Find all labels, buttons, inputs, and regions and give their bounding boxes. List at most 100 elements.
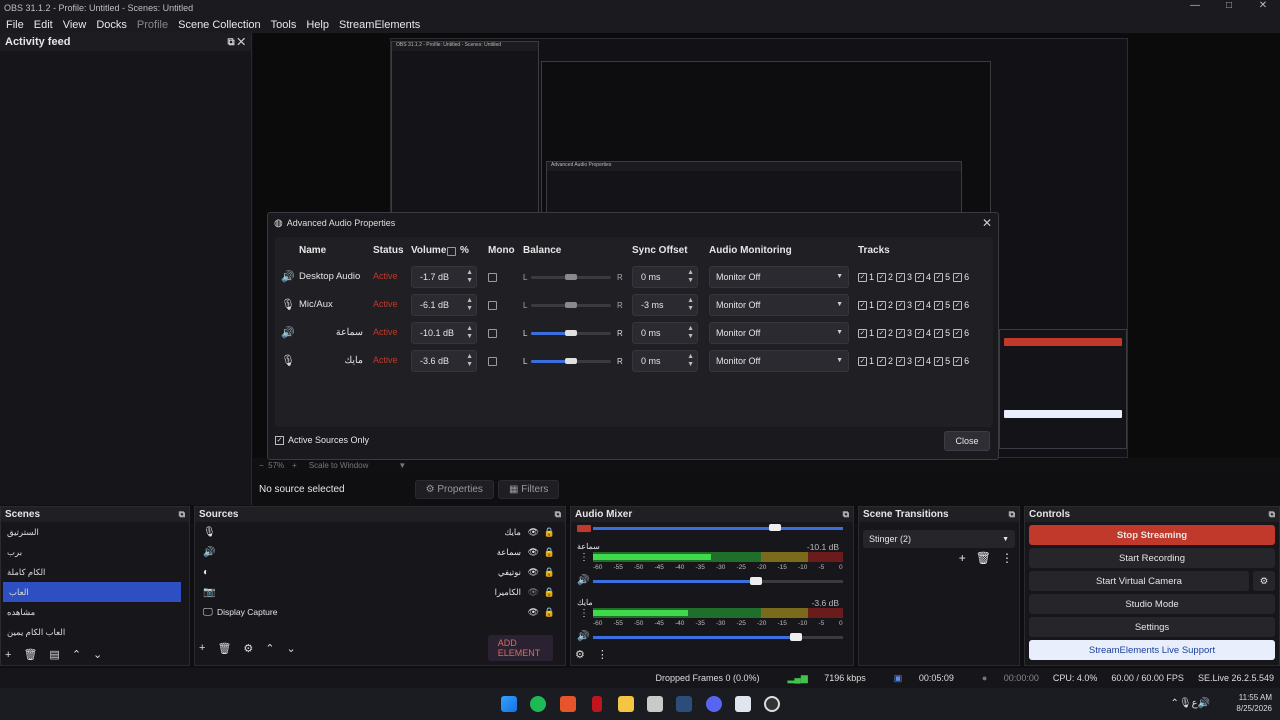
scene-item[interactable]: العاب الكام يمين bbox=[1, 622, 189, 642]
undock-icon[interactable]: ⧉ bbox=[1009, 509, 1015, 520]
volume-spinbox[interactable]: -3.6 dB ▲ ▼ bbox=[411, 350, 477, 372]
track-checkbox[interactable]: ✓ 3 bbox=[896, 328, 912, 338]
down-arrow-icon[interactable]: ⌄ bbox=[287, 642, 296, 655]
track-checkbox[interactable]: ✓ 4 bbox=[915, 356, 931, 366]
more-options-icon[interactable]: ⋮ bbox=[579, 552, 589, 563]
start-recording-button[interactable]: Start Recording bbox=[1029, 548, 1275, 568]
spin-arrows-icon[interactable]: ▲ ▼ bbox=[466, 269, 473, 285]
volume-spinbox[interactable]: -1.7 dB ▲ ▼ bbox=[411, 266, 477, 288]
scale-dropdown-icon[interactable]: ▼ bbox=[398, 461, 406, 470]
balance-knob[interactable] bbox=[565, 302, 577, 308]
menu-docks[interactable]: Docks bbox=[96, 19, 127, 31]
properties-button[interactable]: ⚙ Properties bbox=[414, 479, 494, 499]
lock-icon[interactable]: 🔒 bbox=[544, 607, 555, 618]
brave-icon[interactable] bbox=[560, 696, 576, 712]
sync-offset-spinbox[interactable]: -3 ms ▲ ▼ bbox=[632, 294, 698, 316]
menu-profile[interactable]: Profile bbox=[137, 19, 168, 31]
volume-spinbox[interactable]: -6.1 dB ▲ ▼ bbox=[411, 294, 477, 316]
volume-percent-checkbox[interactable] bbox=[447, 247, 456, 256]
tray-icons[interactable]: ⌃🎙ع🔊 bbox=[1171, 698, 1211, 709]
track-checkbox[interactable]: ✓ 2 bbox=[877, 328, 893, 338]
dialog-close-icon[interactable]: ✕ bbox=[982, 216, 992, 230]
undock-icon[interactable]: ⧉ bbox=[1269, 509, 1275, 520]
filter-icon[interactable]: ▤ bbox=[49, 648, 59, 661]
menu-help[interactable]: Help bbox=[306, 19, 329, 31]
trash-icon[interactable]: 🗑 bbox=[23, 648, 37, 661]
volume-spinbox[interactable]: -10.1 dB ▲ ▼ bbox=[411, 322, 477, 344]
track-checkbox[interactable]: ✓ 1 bbox=[858, 300, 874, 310]
eye-icon[interactable]: 👁 bbox=[528, 607, 539, 618]
spin-arrows-icon[interactable]: ▲ ▼ bbox=[466, 297, 473, 313]
trash-icon[interactable]: 🗑 bbox=[217, 642, 231, 655]
active-sources-only-checkbox[interactable]: ✓ Active Sources Only bbox=[275, 435, 369, 445]
menu-edit[interactable]: Edit bbox=[34, 19, 53, 31]
source-item[interactable]: 🖵 Display Capture 👁 🔒 bbox=[195, 602, 565, 622]
track-checkbox[interactable]: ✓ 2 bbox=[877, 300, 893, 310]
source-item[interactable]: 📷 الكاميرا 👁 🔒 bbox=[195, 582, 565, 602]
scene-item[interactable]: مشاهده bbox=[1, 602, 189, 622]
lock-icon[interactable]: 🔒 bbox=[544, 587, 555, 598]
spin-arrows-icon[interactable]: ▲ ▼ bbox=[466, 325, 473, 341]
track-checkbox[interactable]: ✓ 6 bbox=[953, 328, 969, 338]
scene-item[interactable]: الكام كاملة bbox=[1, 562, 189, 582]
windows-start-icon[interactable] bbox=[501, 696, 517, 712]
track-checkbox[interactable]: ✓ 6 bbox=[953, 300, 969, 310]
scene-item[interactable]: العاب bbox=[3, 582, 181, 602]
advanced-audio-icon[interactable]: ⚙ bbox=[575, 648, 585, 661]
virtual-camera-settings-icon[interactable]: ⚙ bbox=[1253, 571, 1275, 591]
balance-knob[interactable] bbox=[565, 274, 577, 280]
zoom-minus-icon[interactable]: − bbox=[259, 461, 268, 470]
down-arrow-icon[interactable]: ⌄ bbox=[93, 648, 102, 661]
spin-arrows-icon[interactable]: ▲ ▼ bbox=[687, 269, 694, 285]
minimize-button[interactable]: — bbox=[1178, 0, 1212, 11]
scene-item[interactable]: برب bbox=[1, 542, 189, 562]
monitoring-select[interactable]: Monitor Off ▼ bbox=[709, 350, 849, 372]
spin-arrows-icon[interactable]: ▲ ▼ bbox=[687, 325, 694, 341]
balance-knob[interactable] bbox=[565, 330, 577, 336]
balance-knob[interactable] bbox=[565, 358, 577, 364]
track-checkbox[interactable]: ✓ 2 bbox=[877, 272, 893, 282]
spotify-icon[interactable] bbox=[530, 696, 546, 712]
track-checkbox[interactable]: ✓ 1 bbox=[858, 272, 874, 282]
sync-offset-spinbox[interactable]: 0 ms ▲ ▼ bbox=[632, 266, 698, 288]
track-checkbox[interactable]: ✓ 3 bbox=[896, 356, 912, 366]
track-checkbox[interactable]: ✓ 3 bbox=[896, 300, 912, 310]
source-item[interactable]: ◐ نوتيفي 👁 🔒 bbox=[195, 562, 565, 582]
menu-view[interactable]: View bbox=[63, 19, 87, 31]
zoom-plus-icon[interactable]: + bbox=[292, 461, 297, 470]
mono-checkbox[interactable] bbox=[488, 329, 497, 338]
trash-icon[interactable]: 🗑 bbox=[976, 551, 991, 565]
track-checkbox[interactable]: ✓ 1 bbox=[858, 356, 874, 366]
scene-item[interactable]: السترتيق bbox=[1, 522, 189, 542]
add-icon[interactable]: + bbox=[5, 649, 11, 661]
up-arrow-icon[interactable]: ⌃ bbox=[265, 642, 274, 655]
undock-icon[interactable]: ⧉ bbox=[843, 509, 849, 520]
close-window-button[interactable]: ✕ bbox=[1246, 0, 1280, 11]
speaker-icon[interactable]: 🔊 bbox=[577, 575, 589, 586]
add-element-button[interactable]: ADD ELEMENT bbox=[487, 635, 553, 661]
undock-icon[interactable]: ⧉ ✕ bbox=[227, 37, 245, 48]
more-options-icon[interactable]: ⋮ bbox=[579, 608, 589, 619]
monitoring-select[interactable]: Monitor Off ▼ bbox=[709, 266, 849, 288]
fader-knob[interactable] bbox=[749, 577, 762, 585]
maximize-button[interactable]: □ bbox=[1212, 0, 1246, 11]
track-checkbox[interactable]: ✓ 4 bbox=[915, 300, 931, 310]
lock-icon[interactable]: 🔒 bbox=[544, 567, 555, 578]
close-button[interactable]: Close bbox=[944, 431, 990, 451]
monitoring-select[interactable]: Monitor Off ▼ bbox=[709, 322, 849, 344]
speaker-icon[interactable]: 🔊 bbox=[577, 631, 589, 642]
track-checkbox[interactable]: ✓ 5 bbox=[934, 328, 950, 338]
menu-streamelements[interactable]: StreamElements bbox=[339, 19, 420, 31]
track-checkbox[interactable]: ✓ 1 bbox=[858, 328, 874, 338]
sync-offset-spinbox[interactable]: 0 ms ▲ ▼ bbox=[632, 322, 698, 344]
folder-icon[interactable] bbox=[618, 696, 634, 712]
obs-taskbar-icon[interactable] bbox=[764, 696, 780, 712]
fader-knob[interactable] bbox=[789, 633, 802, 641]
track-checkbox[interactable]: ✓ 5 bbox=[934, 300, 950, 310]
eye-hidden-icon[interactable]: 👁 bbox=[528, 587, 539, 598]
menu-file[interactable]: File bbox=[6, 19, 24, 31]
undock-icon[interactable]: ⧉ bbox=[179, 509, 185, 520]
source-item[interactable]: 🎙 مايك 👁 🔒 bbox=[195, 522, 565, 542]
monitoring-select[interactable]: Monitor Off ▼ bbox=[709, 294, 849, 316]
add-icon[interactable]: + bbox=[959, 551, 966, 565]
